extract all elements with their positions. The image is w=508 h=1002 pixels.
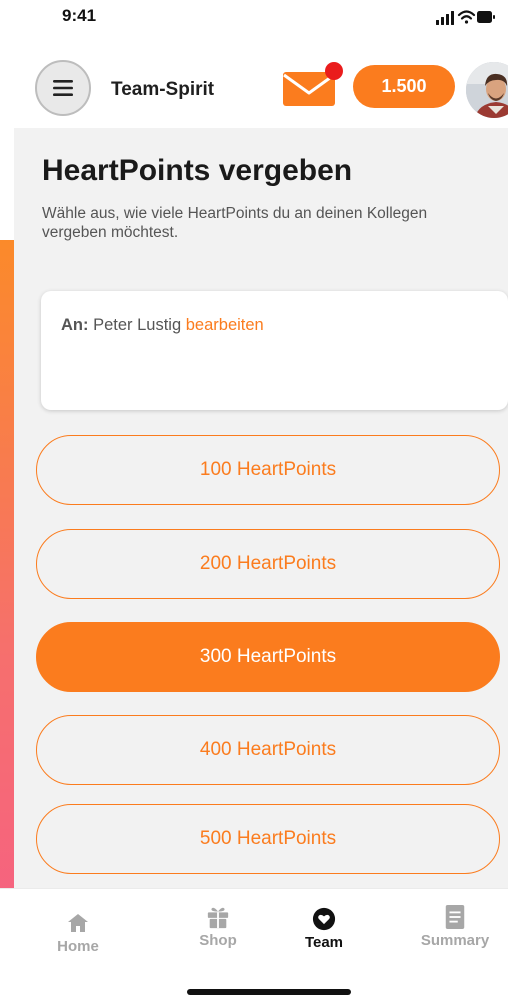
option-300-heartpoints[interactable]: 300 HeartPoints [36, 622, 500, 692]
status-icons [436, 10, 495, 25]
heart-icon [312, 907, 336, 931]
document-icon [445, 905, 465, 929]
gift-icon [207, 907, 229, 929]
tab-summary-label: Summary [420, 932, 490, 949]
option-500-heartpoints[interactable]: 500 HeartPoints [36, 804, 500, 874]
hamburger-icon [53, 80, 73, 96]
home-indicator [187, 989, 351, 995]
unread-badge [325, 62, 343, 80]
status-bar: 9:41 [0, 0, 508, 40]
mail-button[interactable] [283, 62, 347, 108]
option-200-heartpoints[interactable]: 200 HeartPoints [36, 529, 500, 599]
tab-summary[interactable]: Summary [410, 905, 500, 955]
tab-team-label: Team [304, 934, 344, 951]
app-title: Team-Spirit [111, 79, 215, 100]
points-balance[interactable]: 1.500 [353, 65, 455, 108]
home-icon [68, 914, 88, 932]
menu-button[interactable] [35, 60, 91, 116]
option-400-heartpoints[interactable]: 400 HeartPoints [36, 715, 500, 785]
tab-shop-label: Shop [199, 932, 237, 949]
profile-photo [466, 62, 508, 118]
option-100-heartpoints[interactable]: 100 HeartPoints [36, 435, 500, 505]
points-balance-value: 1.500 [381, 76, 427, 96]
wifi-icon [457, 10, 476, 24]
main-content: HeartPoints vergeben Wähle aus, wie viel… [14, 128, 508, 888]
app-header: Team-Spirit 1.500 [0, 44, 508, 128]
tab-home-label: Home [57, 938, 99, 955]
tab-home[interactable]: Home [33, 911, 123, 961]
recipient-line: An: Peter Lustig bearbeiten [61, 316, 264, 335]
tab-shop[interactable]: Shop [173, 905, 263, 955]
status-time: 9:41 [62, 6, 97, 25]
edit-recipient-link[interactable]: bearbeiten [186, 316, 264, 334]
recipient-card: An: Peter Lustig bearbeiten [41, 291, 508, 410]
bottom-tab-bar: Home Shop Team Summary [0, 888, 508, 1002]
signal-icon [436, 11, 454, 25]
recipient-name: Peter Lustig [93, 316, 182, 334]
recipient-prefix: An: [61, 316, 89, 334]
page-subtitle: Wähle aus, wie viele HeartPoints du an d… [42, 205, 428, 241]
battery-icon [477, 11, 495, 23]
page-title: HeartPoints vergeben [42, 154, 353, 187]
avatar[interactable] [464, 60, 508, 120]
tab-team[interactable]: Team [279, 907, 369, 957]
